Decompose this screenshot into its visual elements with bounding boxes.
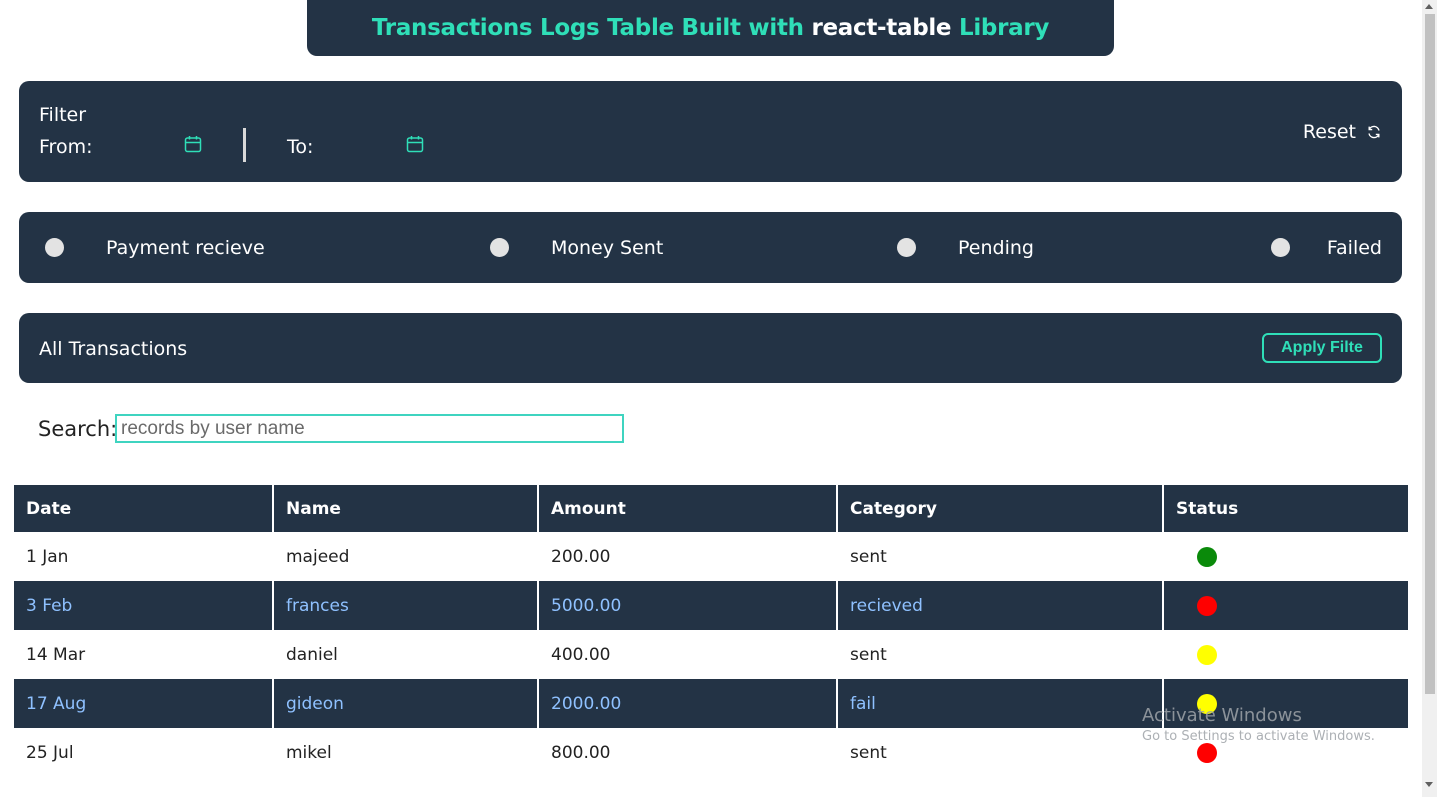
radio-label-pending: Pending (958, 237, 1034, 259)
cell-amount: 800.00 (538, 728, 838, 777)
status-filter-panel: Payment recieve Money Sent Pending Faile… (19, 212, 1402, 283)
cell-date: 25 Jul (14, 728, 274, 777)
search-label: Search: (38, 417, 118, 441)
cell-category: sent (837, 728, 1164, 777)
title-part-1: Transactions Logs Table Built with (371, 15, 804, 41)
cell-status (1163, 581, 1408, 630)
radio-label-failed: Failed (1326, 237, 1382, 259)
table-row[interactable]: 14 Mar daniel 400.00 sent (14, 630, 1408, 679)
cell-amount: 400.00 (538, 630, 838, 679)
date-divider (243, 128, 246, 162)
cell-name: frances (273, 581, 539, 630)
reset-label: Reset (1302, 121, 1356, 143)
status-indicator-icon (1197, 742, 1217, 763)
scroll-up-arrow-icon[interactable] (1425, 4, 1433, 9)
status-indicator-icon (1197, 595, 1217, 616)
watermark-subtitle: Go to Settings to activate Windows. (1142, 729, 1375, 744)
column-header-status[interactable]: Status (1163, 485, 1408, 532)
cell-date: 17 Aug (14, 679, 274, 728)
cell-name: gideon (273, 679, 539, 728)
cell-category: fail (837, 679, 1164, 728)
cell-name: daniel (273, 630, 539, 679)
watermark-title: Activate Windows (1142, 705, 1302, 726)
scrollbar-thumb[interactable] (1425, 14, 1435, 694)
activate-windows-watermark: Activate Windows Go to Settings to activ… (1142, 705, 1375, 744)
status-indicator-icon (1197, 644, 1217, 665)
cell-category: sent (837, 532, 1164, 581)
title-part-2: react-table (811, 15, 952, 41)
radio-money-sent[interactable] (490, 238, 509, 257)
table-row[interactable]: 1 Jan majeed 200.00 sent (14, 532, 1408, 581)
scroll-down-arrow-icon[interactable] (1425, 782, 1433, 787)
cell-category: sent (837, 630, 1164, 679)
vertical-scrollbar[interactable] (1422, 0, 1437, 797)
cell-name: majeed (273, 532, 539, 581)
radio-label-payment-recieve: Payment recieve (106, 237, 265, 259)
status-indicator-icon (1197, 546, 1217, 567)
cell-amount: 2000.00 (538, 679, 838, 728)
refresh-icon (1368, 125, 1380, 139)
table-row[interactable]: 3 Feb frances 5000.00 recieved (14, 581, 1408, 630)
cell-amount: 200.00 (538, 532, 838, 581)
column-header-date[interactable]: Date (14, 485, 274, 532)
cell-category: recieved (837, 581, 1164, 630)
radio-label-money-sent: Money Sent (551, 237, 664, 259)
radio-payment-recieve[interactable] (45, 238, 64, 257)
cell-status (1163, 630, 1408, 679)
reset-button[interactable]: Reset (1303, 121, 1382, 143)
page-title: Transactions Logs Table Built with react… (307, 0, 1114, 56)
calendar-icon[interactable] (184, 135, 202, 153)
column-header-amount[interactable]: Amount (538, 485, 838, 532)
cell-date: 1 Jan (14, 532, 274, 581)
table-header-row: Date Name Amount Category Status (14, 485, 1408, 532)
apply-filter-button[interactable]: Apply Filte (1262, 333, 1382, 363)
from-label: From: (39, 136, 93, 158)
search-input[interactable] (115, 414, 624, 443)
cell-date: 14 Mar (14, 630, 274, 679)
cell-name: mikel (273, 728, 539, 777)
transactions-bar: All Transactions Apply Filte (19, 313, 1402, 383)
title-part-3: Library (958, 15, 1050, 41)
date-filter-panel: Filter From: To: Reset (19, 81, 1402, 182)
filter-label: Filter (39, 104, 87, 126)
cell-status (1163, 532, 1408, 581)
column-header-name[interactable]: Name (273, 485, 539, 532)
radio-failed[interactable] (1271, 238, 1290, 257)
calendar-icon[interactable] (406, 135, 424, 153)
radio-pending[interactable] (897, 238, 916, 257)
column-header-category[interactable]: Category (837, 485, 1164, 532)
to-label: To: (287, 136, 314, 158)
cell-date: 3 Feb (14, 581, 274, 630)
all-transactions-label: All Transactions (39, 338, 188, 360)
cell-amount: 5000.00 (538, 581, 838, 630)
